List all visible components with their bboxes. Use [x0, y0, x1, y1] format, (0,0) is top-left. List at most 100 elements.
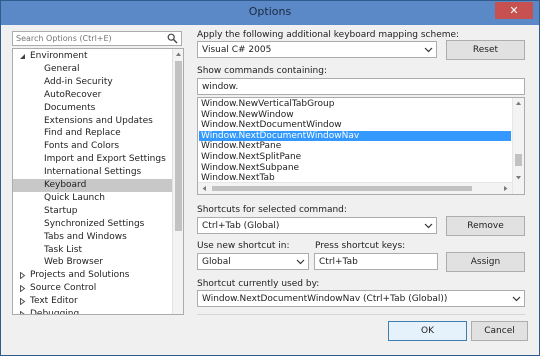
tree-item-label: Find and Replace [44, 128, 121, 139]
tree-item[interactable]: Documents [13, 102, 172, 115]
tree-item-label: Extensions and Updates [44, 115, 153, 126]
command-list-item[interactable]: Window.NextPane [199, 141, 511, 152]
tree-item-label: Import and Export Settings [44, 154, 166, 165]
mapping-scheme-value: Visual C# 2005 [202, 45, 272, 55]
collapsed-arrow-icon[interactable] [19, 311, 26, 315]
tree-item[interactable]: Tabs and Windows [13, 231, 172, 244]
command-list-vscroll-thumb[interactable] [515, 154, 522, 166]
scroll-up-icon[interactable] [175, 51, 182, 58]
shortcuts-label: Shortcuts for selected command: [197, 205, 347, 215]
scroll-right-icon[interactable] [502, 185, 509, 192]
command-list-item[interactable]: Window.NextDocumentWindowNav [199, 130, 511, 142]
scroll-left-icon[interactable] [201, 185, 208, 192]
tree-item-label: Environment [30, 51, 88, 61]
used-by-label: Shortcut currently used by: [197, 279, 320, 289]
tree-item-label: Tabs and Windows [44, 231, 127, 242]
command-list-item[interactable]: Window.NextDocumentWindow [199, 120, 511, 131]
tree-item[interactable]: Fonts and Colors [13, 140, 172, 153]
mapping-scheme-dropdown[interactable]: Visual C# 2005 [197, 41, 437, 58]
reset-button[interactable]: Reset [446, 40, 525, 60]
tree-scroll-thumb[interactable] [175, 61, 182, 231]
options-tree[interactable]: Environment General Add-in Security AutoRec… [12, 48, 184, 315]
command-list-hscroll[interactable] [198, 182, 512, 194]
tree-item[interactable]: Import and Export Settings [13, 153, 172, 166]
tree-item[interactable]: Projects and Solutions [13, 269, 172, 282]
separator [197, 314, 525, 315]
collapsed-arrow-icon[interactable] [19, 285, 26, 293]
chevron-down-icon [512, 296, 521, 302]
command-list-item[interactable]: Window.NextSplitPane [199, 152, 511, 163]
tree-item-label: Debugging [30, 309, 80, 315]
tree-item[interactable]: Task List [13, 244, 172, 257]
search-input[interactable] [16, 32, 156, 45]
tree-item[interactable]: Quick Launch [13, 192, 172, 205]
tree-item[interactable]: Add-in Security [13, 76, 172, 89]
command-filter-input[interactable]: window. [197, 78, 525, 95]
command-filter-value: window. [202, 82, 239, 92]
tree-item-label: Source Control [30, 283, 97, 294]
scroll-down-icon[interactable] [515, 174, 522, 181]
tree-item-label: AutoRecover [44, 89, 102, 100]
command-list-item[interactable]: Window.NewWindow [199, 110, 511, 121]
ok-button[interactable]: OK [388, 321, 467, 341]
mapping-scheme-label: Apply the following additional keyboard … [197, 30, 460, 40]
tree-item[interactable]: AutoRecover [13, 89, 172, 102]
tree-item-label: General [44, 63, 80, 74]
tree-item[interactable]: Environment [13, 50, 172, 63]
remove-button[interactable]: Remove [446, 216, 525, 236]
search-box[interactable] [12, 31, 182, 46]
tree-item-label: Synchronized Settings [44, 218, 145, 229]
use-in-value: Global [202, 257, 231, 267]
tree-item-label: Quick Launch [44, 192, 105, 203]
tree-item[interactable]: Startup [13, 205, 172, 218]
tree-item[interactable]: Extensions and Updates [13, 115, 172, 128]
tree-item-label: Add-in Security [44, 76, 113, 87]
window-title: Options [248, 5, 292, 18]
tree-scrollbar[interactable] [172, 49, 183, 314]
command-list-vscroll[interactable] [512, 98, 524, 194]
chevron-down-icon [424, 223, 433, 229]
expanded-arrow-icon[interactable] [19, 53, 26, 60]
cancel-button[interactable]: Cancel [471, 321, 528, 341]
tree-item[interactable]: Text Editor [13, 295, 172, 308]
used-by-dropdown[interactable]: Window.NextDocumentWindowNav (Ctrl+Tab (… [197, 290, 525, 307]
used-by-value: Window.NextDocumentWindowNav (Ctrl+Tab (… [202, 294, 448, 304]
assign-button[interactable]: Assign [446, 252, 525, 272]
shortcut-keys-input[interactable]: Ctrl+Tab [314, 253, 438, 270]
tree-item-label: Fonts and Colors [44, 141, 120, 152]
chevron-down-icon [296, 259, 305, 265]
scroll-up-icon[interactable] [515, 100, 522, 107]
shortcut-keys-value: Ctrl+Tab [319, 257, 358, 267]
tree-item-label: Projects and Solutions [30, 270, 130, 281]
tree-item[interactable]: Source Control [13, 282, 172, 295]
tree-item-label: International Settings [44, 167, 142, 178]
command-list-item[interactable]: Window.NewVerticalTabGroup [199, 99, 511, 110]
tree-item-label: Documents [44, 102, 96, 113]
shortcuts-dropdown[interactable]: Ctrl+Tab (Global) [197, 217, 437, 234]
command-list-item[interactable]: Window.NextTab [199, 173, 511, 184]
options-dialog: Options ✕ Environment General Add-in Secur… [0, 0, 540, 356]
tree-item[interactable]: Debugging [13, 308, 172, 315]
search-icon[interactable] [167, 33, 178, 44]
use-new-shortcut-label: Use new shortcut in: [197, 241, 290, 251]
title-bar[interactable]: Options ✕ [1, 1, 539, 25]
use-in-dropdown[interactable]: Global [197, 253, 309, 270]
tree-item[interactable]: Web Browser [13, 256, 172, 269]
tree-item[interactable]: International Settings [13, 166, 172, 179]
chevron-down-icon [424, 47, 433, 53]
tree-item[interactable]: Keyboard [13, 179, 172, 192]
collapsed-arrow-icon[interactable] [19, 298, 26, 306]
tree-item[interactable]: Find and Replace [13, 127, 172, 140]
command-list-item[interactable]: Window.NextSubpane [199, 163, 511, 174]
collapsed-arrow-icon[interactable] [19, 272, 26, 280]
show-commands-label: Show commands containing: [197, 66, 327, 76]
close-button[interactable]: ✕ [495, 2, 533, 19]
tree-item-label: Keyboard [44, 180, 87, 190]
tree-item[interactable]: Synchronized Settings [13, 218, 172, 231]
tree-item-label: Task List [44, 244, 83, 255]
command-list[interactable]: Window.NewVerticalTabGroup Window.NewWind… [197, 97, 525, 195]
tree-item[interactable]: General [13, 63, 172, 76]
command-list-hscroll-thumb[interactable] [212, 186, 472, 191]
tree-item-label: Startup [44, 205, 78, 216]
tree-item-label: Text Editor [30, 296, 78, 307]
